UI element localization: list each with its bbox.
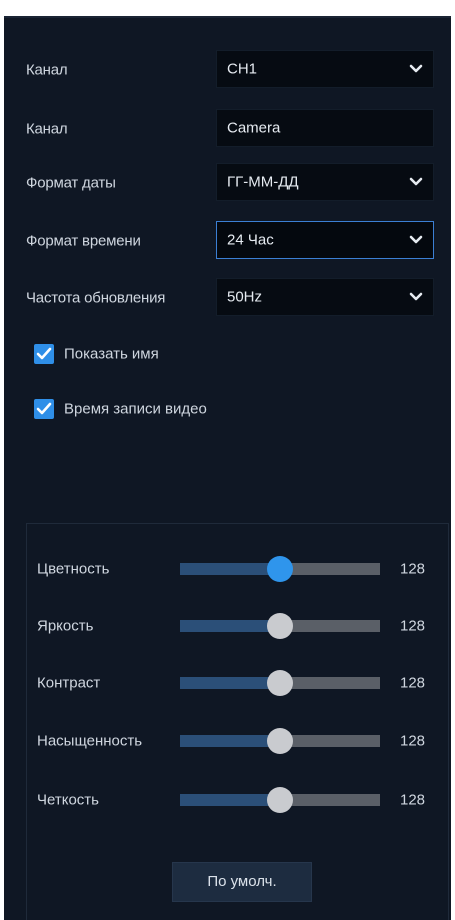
- date-format-label: Формат даты: [26, 174, 116, 192]
- checkmark-icon: [36, 402, 52, 415]
- slider-value: 128: [400, 674, 426, 692]
- slider-fill: [180, 735, 280, 747]
- chevron-down-icon: [409, 177, 423, 186]
- slider-value: 128: [400, 791, 426, 809]
- slider-track[interactable]: [180, 670, 380, 696]
- refresh-rate-label: Частота обновления: [26, 289, 166, 307]
- time-format-select[interactable]: 24 Час: [216, 221, 434, 259]
- slider-fill: [180, 620, 280, 632]
- channel-name-value: Camera: [227, 119, 281, 137]
- slider-fill: [180, 677, 280, 689]
- date-format-row: Формат даты ГГ-ММ-ДД: [26, 163, 451, 203]
- slider-handle[interactable]: [267, 556, 293, 582]
- slider-track[interactable]: [180, 728, 380, 754]
- slider-label: Цветность: [37, 560, 110, 578]
- refresh-rate-row: Частота обновления 50Hz: [26, 278, 451, 318]
- slider-handle[interactable]: [267, 728, 293, 754]
- slider-label: Насыщенность: [37, 732, 143, 750]
- date-format-select[interactable]: ГГ-ММ-ДД: [216, 163, 434, 201]
- default-button[interactable]: По умолч.: [172, 862, 312, 902]
- show-name-checkbox[interactable]: [34, 344, 54, 364]
- channel-select-value: CH1: [227, 60, 258, 78]
- time-format-row: Формат времени 24 Час: [26, 221, 451, 261]
- chevron-down-icon: [409, 235, 423, 244]
- refresh-rate-select[interactable]: 50Hz: [216, 278, 434, 316]
- record-time-label: Время записи видео: [64, 400, 207, 418]
- slider-handle[interactable]: [267, 670, 293, 696]
- checkmark-icon: [36, 347, 52, 360]
- time-format-label: Формат времени: [26, 232, 141, 250]
- slider-fill: [180, 563, 280, 575]
- channel-name-input[interactable]: Camera: [216, 109, 434, 147]
- slider-handle[interactable]: [267, 613, 293, 639]
- channel-select-label: Канал: [26, 61, 68, 79]
- slider-label: Контраст: [37, 674, 101, 692]
- slider-track[interactable]: [180, 787, 380, 813]
- channel-name-label: Канал: [26, 120, 68, 138]
- slider-row: Насыщенность 128: [27, 721, 450, 761]
- slider-label: Четкость: [37, 791, 99, 809]
- time-format-value: 24 Час: [227, 231, 274, 249]
- slider-value: 128: [400, 560, 426, 578]
- slider-handle[interactable]: [267, 787, 293, 813]
- channel-name-row: Канал Camera: [26, 109, 451, 149]
- osd-settings-panel: Канал CH1 Канал Camera Формат даты ГГ-ММ…: [4, 16, 451, 920]
- chevron-down-icon: [409, 64, 423, 73]
- date-format-value: ГГ-ММ-ДД: [227, 173, 299, 191]
- slider-track[interactable]: [180, 556, 380, 582]
- slider-row: Яркость 128: [27, 606, 450, 646]
- record-time-checkbox[interactable]: [34, 399, 54, 419]
- chevron-down-icon: [409, 292, 423, 301]
- slider-row: Контраст 128: [27, 663, 450, 703]
- slider-label: Яркость: [37, 617, 94, 635]
- channel-select[interactable]: CH1: [216, 50, 434, 88]
- image-adjust-panel: Цветность 128 Яркость 128 Контраст 128 Насыщен…: [26, 523, 449, 920]
- refresh-rate-value: 50Hz: [227, 288, 263, 306]
- slider-value: 128: [400, 732, 426, 750]
- slider-value: 128: [400, 617, 426, 635]
- show-name-label: Показать имя: [64, 345, 159, 363]
- slider-fill: [180, 794, 280, 806]
- slider-row: Четкость 128: [27, 780, 450, 820]
- slider-track[interactable]: [180, 613, 380, 639]
- slider-row: Цветность 128: [27, 549, 450, 589]
- channel-select-row: Канал CH1: [26, 50, 451, 90]
